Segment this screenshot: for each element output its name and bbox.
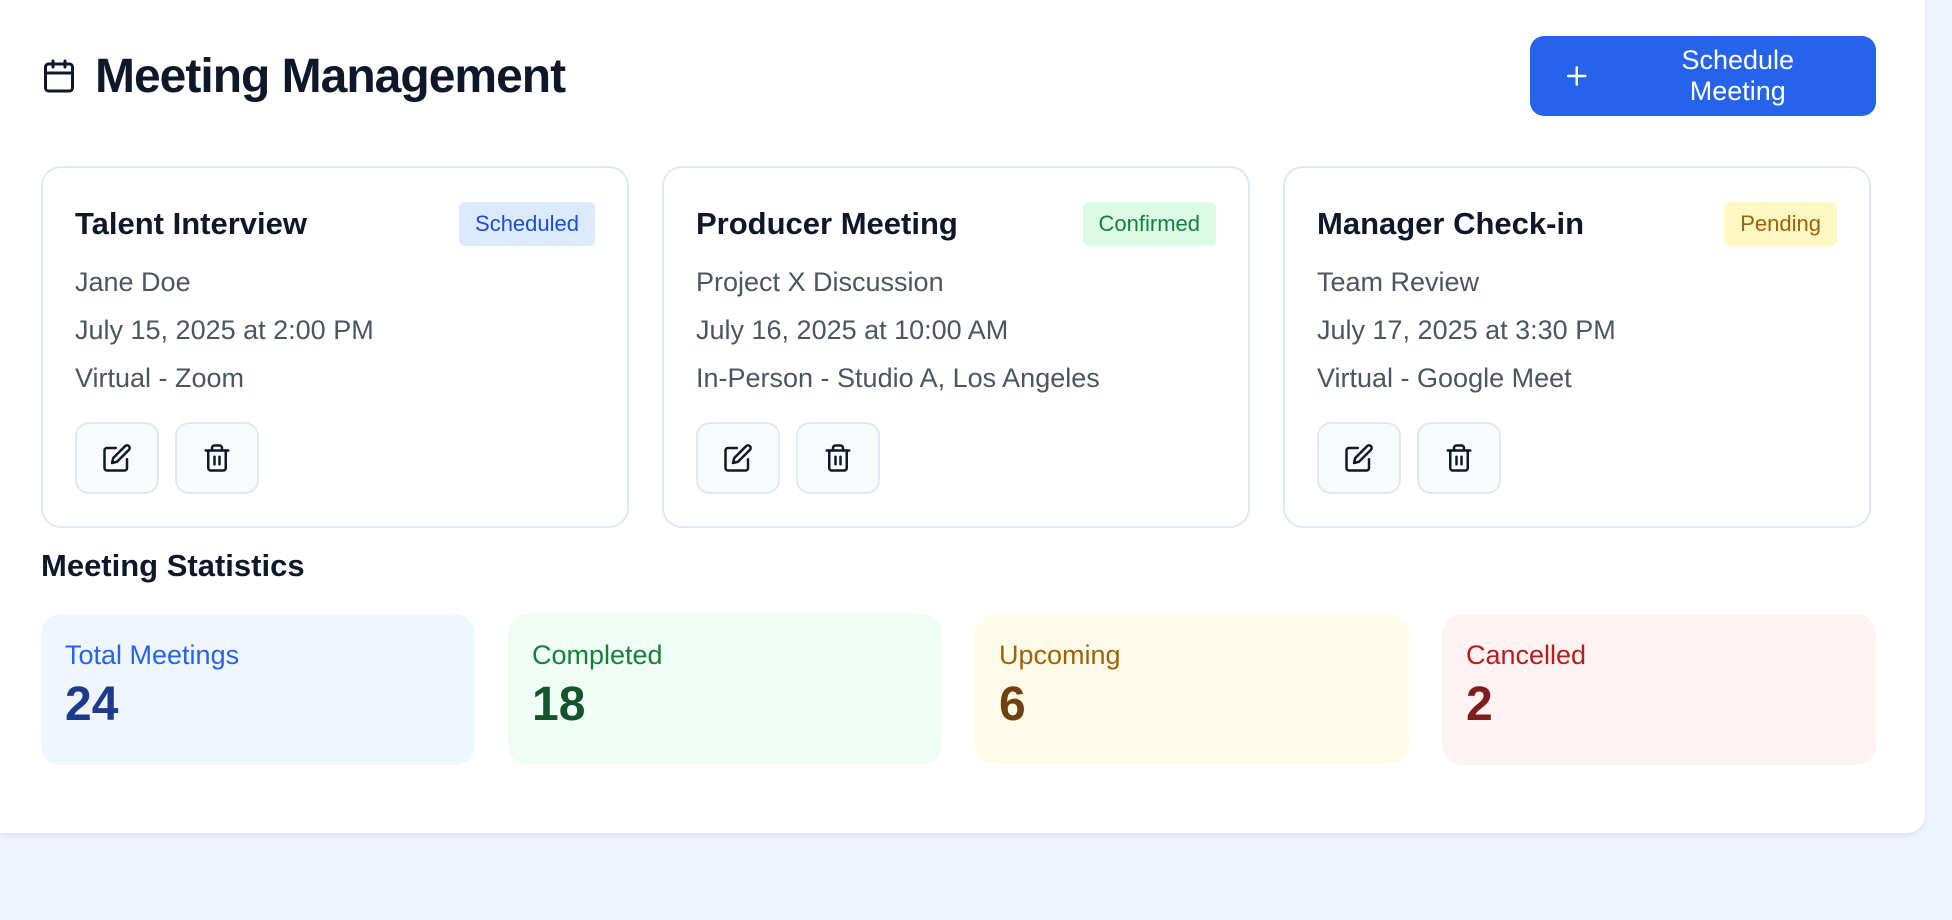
meeting-datetime: July 17, 2025 at 3:30 PM (1317, 315, 1616, 345)
trash-icon (204, 444, 230, 472)
meeting-datetime: July 15, 2025 at 2:00 PM (75, 315, 374, 345)
meeting-title: Manager Check-in (1317, 206, 1585, 241)
stat-label: Completed (532, 640, 663, 670)
delete-button[interactable] (1417, 422, 1501, 494)
edit-icon (103, 444, 131, 472)
stat-cancelled: Cancelled 2 (1442, 614, 1876, 765)
statistics-title: Meeting Statistics (41, 548, 305, 583)
delete-button[interactable] (796, 422, 880, 494)
edit-button[interactable] (75, 422, 159, 494)
stat-total-meetings: Total Meetings 24 (41, 614, 475, 765)
meeting-location: Virtual - Google Meet (1317, 363, 1572, 393)
statistics-grid: Total Meetings 24 Completed 18 Upcoming … (41, 614, 1876, 765)
stat-value: 6 (999, 678, 1026, 731)
schedule-meeting-label: Schedule Meeting (1681, 45, 1795, 106)
stat-value: 24 (65, 678, 119, 731)
status-badge: Scheduled (459, 202, 595, 246)
edit-icon (724, 444, 752, 472)
meeting-management-panel: Meeting Management Schedule Meeting Tale… (0, 0, 1925, 833)
meeting-participant: Project X Discussion (696, 267, 944, 297)
meeting-participant: Jane Doe (75, 267, 191, 297)
meeting-datetime: July 16, 2025 at 10:00 AM (696, 315, 1009, 345)
meeting-title: Producer Meeting (696, 206, 958, 241)
meeting-participant: Team Review (1317, 267, 1480, 297)
stat-value: 2 (1466, 678, 1493, 731)
meeting-title: Talent Interview (75, 206, 307, 241)
status-badge: Pending (1724, 202, 1837, 246)
meeting-location: In-Person - Studio A, Los Angeles (696, 363, 1100, 393)
meeting-location: Virtual - Zoom (75, 363, 245, 393)
calendar-icon (44, 59, 74, 93)
page-title: Meeting Management (95, 49, 566, 103)
plus-icon (1566, 66, 1587, 86)
delete-button[interactable] (175, 422, 259, 494)
stat-upcoming: Upcoming 6 (975, 614, 1409, 765)
stat-value: 18 (532, 678, 586, 731)
meeting-card: Producer Meeting Confirmed Project X Dis… (662, 166, 1250, 528)
meeting-card: Manager Check-in Pending Team Review Jul… (1283, 166, 1871, 528)
edit-icon (1345, 444, 1373, 472)
meeting-cards: Talent Interview Scheduled Jane Doe July… (41, 166, 1871, 528)
stat-label: Cancelled (1466, 640, 1587, 670)
page-header: Meeting Management Schedule Meeting (41, 35, 1876, 117)
title-group: Meeting Management (41, 49, 566, 104)
edit-button[interactable] (696, 422, 780, 494)
stat-label: Upcoming (999, 640, 1121, 670)
edit-button[interactable] (1317, 422, 1401, 494)
status-badge: Confirmed (1082, 202, 1216, 246)
stat-label: Total Meetings (65, 640, 240, 670)
trash-icon (825, 444, 851, 472)
schedule-meeting-button[interactable]: Schedule Meeting (1530, 36, 1876, 116)
trash-icon (1446, 444, 1472, 472)
meeting-card: Talent Interview Scheduled Jane Doe July… (41, 166, 629, 528)
stat-completed: Completed 18 (508, 614, 942, 765)
